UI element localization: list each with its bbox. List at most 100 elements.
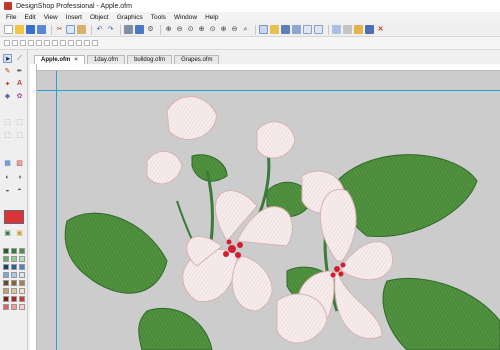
- rotate-icon[interactable]: ⬚: [15, 117, 24, 126]
- save-icon[interactable]: [26, 25, 35, 34]
- undo-icon[interactable]: ↶: [95, 25, 104, 34]
- fill-tool-icon[interactable]: ✿: [15, 91, 24, 100]
- shape-tool-icon[interactable]: ◆: [3, 91, 12, 100]
- select-arrow-icon[interactable]: ➤: [3, 54, 12, 63]
- menu-tools[interactable]: Tools: [151, 14, 166, 21]
- tab-grapes[interactable]: Grapes.ofm: [174, 55, 220, 64]
- hoop-icon[interactable]: [365, 25, 374, 34]
- palette-swatch[interactable]: [19, 248, 25, 254]
- palette-swatch[interactable]: [19, 256, 25, 262]
- menu-graphics[interactable]: Graphics: [117, 14, 143, 21]
- zoom-out-icon[interactable]: ⊖: [175, 25, 184, 34]
- property-box[interactable]: [44, 40, 50, 46]
- palette-swatch[interactable]: [11, 296, 17, 302]
- density-icon[interactable]: ▧: [15, 158, 24, 167]
- palette-swatch[interactable]: [19, 264, 25, 270]
- tab-bulldog[interactable]: bulldog.ofm: [127, 55, 173, 64]
- realistic-view-icon[interactable]: [292, 25, 301, 34]
- design-canvas[interactable]: [37, 71, 500, 350]
- menu-help[interactable]: Help: [205, 14, 218, 21]
- print-preview-icon[interactable]: [135, 25, 144, 34]
- ruler-vertical[interactable]: [30, 64, 37, 350]
- palette-swatch[interactable]: [11, 288, 17, 294]
- property-box[interactable]: [92, 40, 98, 46]
- property-box[interactable]: [28, 40, 34, 46]
- outline-view-icon[interactable]: [281, 25, 290, 34]
- text-tool-icon[interactable]: A: [15, 79, 24, 88]
- close-view-icon[interactable]: ✕: [376, 25, 385, 34]
- copy-icon[interactable]: [66, 25, 75, 34]
- pen-tool-icon[interactable]: ✒: [15, 66, 24, 75]
- property-box[interactable]: [84, 40, 90, 46]
- color-picker-icon[interactable]: ▣: [3, 228, 12, 237]
- open-icon[interactable]: [15, 25, 24, 34]
- zoom-grid-icon[interactable]: ⊖: [230, 25, 239, 34]
- palette-swatch[interactable]: [19, 272, 25, 278]
- align-icon[interactable]: ⬚: [15, 130, 24, 139]
- palette-swatch[interactable]: [11, 264, 17, 270]
- hoop-icon[interactable]: [314, 25, 323, 34]
- property-box[interactable]: [4, 40, 10, 46]
- palette-swatch[interactable]: [3, 296, 9, 302]
- palette-swatch[interactable]: [11, 248, 17, 254]
- menu-object[interactable]: Object: [90, 14, 109, 21]
- stitch-view-icon[interactable]: [259, 25, 268, 34]
- menu-edit[interactable]: Edit: [24, 14, 35, 21]
- mirror-icon[interactable]: ⬚: [3, 130, 12, 139]
- palette-swatch[interactable]: [19, 288, 25, 294]
- active-color-swatch[interactable]: [4, 210, 24, 224]
- color-picker-icon[interactable]: ◐: [3, 173, 12, 182]
- zoom-in-icon[interactable]: ⊕: [164, 25, 173, 34]
- property-box[interactable]: [60, 40, 66, 46]
- property-box[interactable]: [12, 40, 18, 46]
- palette-swatch[interactable]: [19, 280, 25, 286]
- color-picker-icon[interactable]: ◑: [15, 173, 24, 182]
- palette-swatch[interactable]: [19, 304, 25, 310]
- palette-swatch[interactable]: [19, 296, 25, 302]
- ruler-horizontal[interactable]: [30, 64, 500, 71]
- palette-swatch[interactable]: [3, 304, 9, 310]
- print-icon[interactable]: [124, 25, 133, 34]
- transform-icon[interactable]: ⬚: [3, 117, 12, 126]
- menu-window[interactable]: Window: [174, 14, 197, 21]
- palette-swatch[interactable]: [11, 256, 17, 262]
- redo-icon[interactable]: ↷: [106, 25, 115, 34]
- close-icon[interactable]: ×: [74, 57, 78, 63]
- cut-icon[interactable]: ✂: [55, 25, 64, 34]
- stitch-view-icon[interactable]: [332, 25, 341, 34]
- zoom-fit-icon[interactable]: ⊙: [186, 25, 195, 34]
- grid-icon[interactable]: [354, 25, 363, 34]
- palette-swatch[interactable]: [11, 280, 17, 286]
- palette-swatch[interactable]: [3, 288, 9, 294]
- color-picker-icon[interactable]: ◒: [3, 186, 12, 195]
- tab-1day[interactable]: 1day.ofm: [86, 55, 126, 64]
- zoom-page-icon[interactable]: ⊕: [197, 25, 206, 34]
- color-picker-icon[interactable]: ◓: [15, 186, 24, 195]
- stitch-icon[interactable]: ▦: [3, 158, 12, 167]
- zoom-selection-icon[interactable]: ⊙: [208, 25, 217, 34]
- palette-swatch[interactable]: [3, 264, 9, 270]
- magic-wand-icon[interactable]: ✦: [3, 79, 12, 88]
- zoom-100-icon[interactable]: ⊕: [219, 25, 228, 34]
- grid-icon[interactable]: [303, 25, 312, 34]
- palette-swatch[interactable]: [3, 272, 9, 278]
- property-box[interactable]: [76, 40, 82, 46]
- new-icon[interactable]: [4, 25, 13, 34]
- menu-insert[interactable]: Insert: [66, 14, 82, 21]
- paste-icon[interactable]: [77, 25, 86, 34]
- palette-swatch[interactable]: [3, 248, 9, 254]
- palette-swatch[interactable]: [11, 304, 17, 310]
- property-box[interactable]: [68, 40, 74, 46]
- property-box[interactable]: [20, 40, 26, 46]
- color-picker-icon[interactable]: ▣: [15, 228, 24, 237]
- fill-view-icon[interactable]: [270, 25, 279, 34]
- save-as-icon[interactable]: [37, 25, 46, 34]
- fill-view-icon[interactable]: [343, 25, 352, 34]
- line-tool-icon[interactable]: ⟋: [15, 54, 24, 63]
- palette-swatch[interactable]: [3, 256, 9, 262]
- property-box[interactable]: [52, 40, 58, 46]
- property-box[interactable]: [36, 40, 42, 46]
- menu-view[interactable]: View: [44, 14, 58, 21]
- palette-swatch[interactable]: [3, 280, 9, 286]
- settings-icon[interactable]: ⚙: [146, 25, 155, 34]
